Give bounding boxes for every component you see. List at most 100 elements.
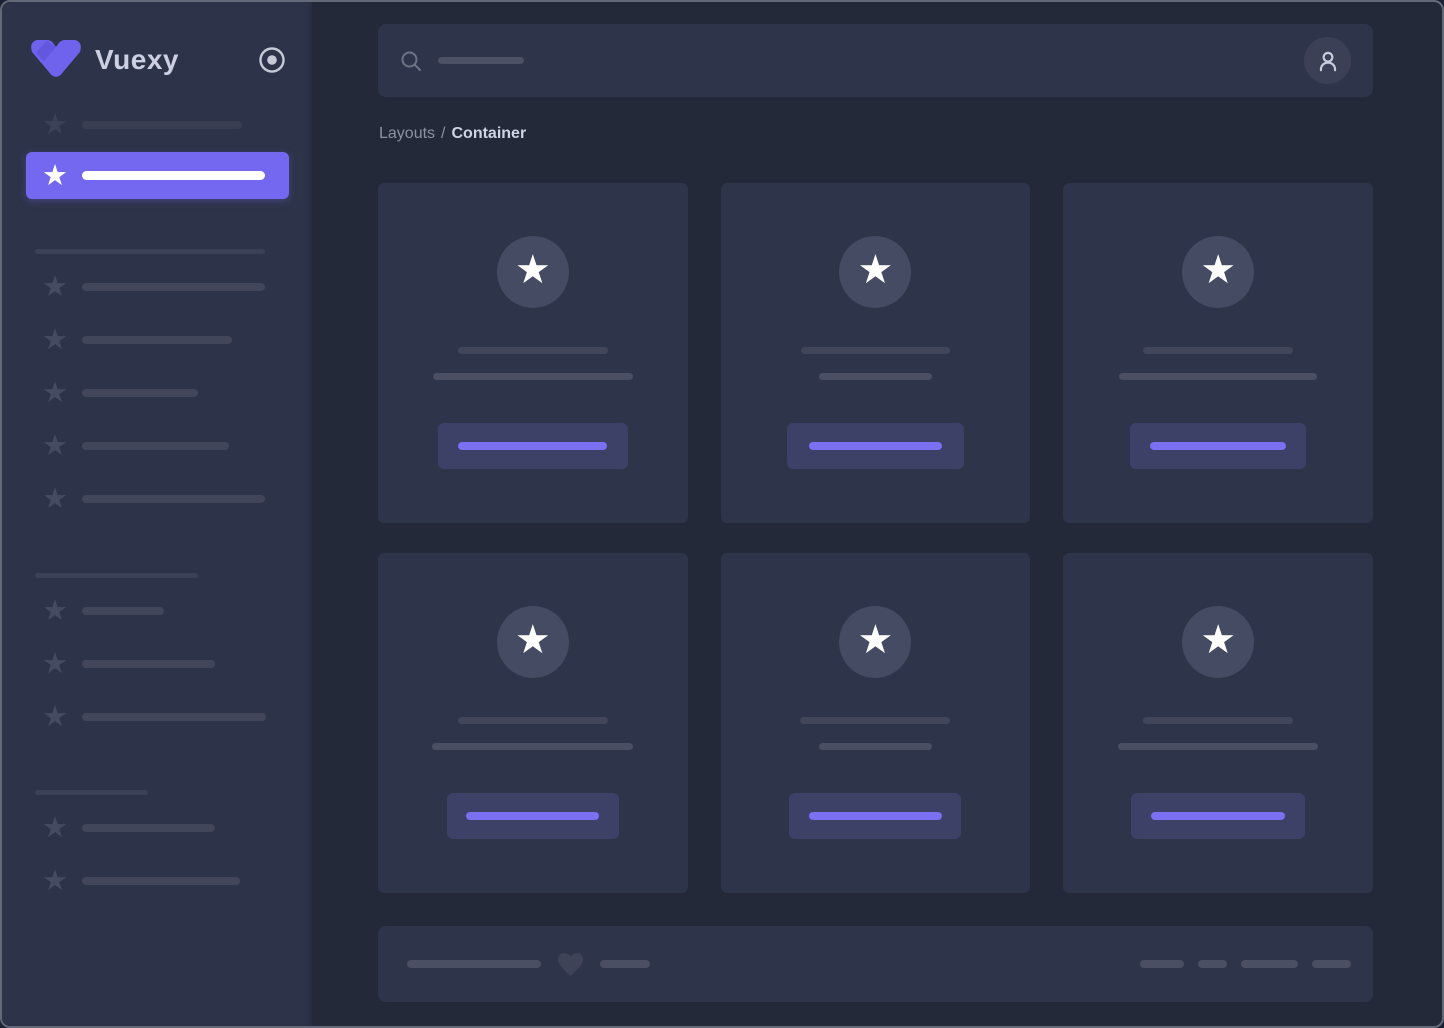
search-icon — [401, 51, 421, 71]
star-icon: ★ — [1200, 248, 1237, 292]
star-icon: ★ — [42, 430, 68, 462]
footer-skeleton-text — [407, 960, 541, 968]
search-input[interactable] — [400, 50, 1304, 72]
button-label-bar — [1151, 812, 1286, 820]
star-icon: ★ — [42, 595, 68, 627]
button-label-bar — [808, 442, 942, 450]
heart-icon — [558, 952, 583, 976]
star-icon: ★ — [857, 618, 894, 662]
search-placeholder-bar — [438, 57, 524, 64]
skeleton-label — [82, 389, 198, 397]
skeleton-label — [82, 171, 265, 180]
breadcrumb-separator: / — [441, 125, 446, 142]
breadcrumb: Layouts / Container — [379, 125, 1373, 143]
card-button[interactable] — [446, 793, 619, 839]
sidebar-item[interactable]: ★ — [2, 271, 312, 303]
sidebar-item[interactable]: ★ — [2, 483, 312, 515]
star-icon: ★ — [42, 377, 68, 409]
card: ★ — [720, 183, 1031, 523]
card: ★ — [378, 183, 688, 523]
skeleton-line — [800, 717, 951, 724]
user-icon — [1319, 51, 1336, 71]
footer-skeleton-text — [600, 960, 650, 968]
card-avatar-circle: ★ — [496, 236, 569, 308]
skeleton-label — [82, 495, 265, 503]
card-avatar-circle: ★ — [839, 236, 912, 308]
sidebar-item-active[interactable]: ★ — [26, 152, 289, 199]
star-icon: ★ — [42, 812, 68, 844]
menu-pin-toggle-icon[interactable] — [258, 46, 286, 74]
button-label-bar — [808, 812, 942, 820]
button-label-bar — [466, 812, 600, 820]
skeleton-line — [1119, 373, 1318, 380]
sidebar-section-heading — [35, 573, 198, 578]
star-icon: ★ — [42, 483, 68, 515]
sidebar-item[interactable]: ★ — [2, 430, 312, 462]
card-avatar-circle: ★ — [839, 606, 912, 678]
skeleton-line — [1143, 717, 1294, 724]
user-avatar[interactable] — [1304, 37, 1351, 84]
sidebar-item[interactable]: ★ — [2, 595, 312, 627]
sidebar-section-heading — [35, 249, 265, 254]
card: ★ — [1063, 183, 1373, 523]
logo-row: Vuexy — [2, 34, 312, 86]
button-label-bar — [458, 442, 608, 450]
footer-link-bar[interactable] — [1312, 960, 1351, 968]
sidebar-nav: ★ ★ ★ ★ ★ ★ ★ ★ ★ ★ ★ ★ — [2, 109, 312, 897]
footer-link-bar[interactable] — [1140, 960, 1184, 968]
skeleton-line — [800, 347, 950, 354]
skeleton-line — [457, 347, 608, 354]
card-avatar-circle: ★ — [496, 606, 569, 678]
sidebar-section-heading — [35, 790, 148, 795]
card-avatar-circle: ★ — [1182, 236, 1255, 308]
star-icon: ★ — [857, 248, 894, 292]
skeleton-line — [1143, 347, 1294, 354]
footer-bar — [378, 926, 1373, 1002]
skeleton-label — [82, 607, 164, 615]
cards-grid: ★ ★ ★ ★ ★ ★ — [378, 183, 1373, 893]
star-icon: ★ — [42, 271, 68, 303]
sidebar-item[interactable]: ★ — [2, 865, 312, 897]
card: ★ — [378, 553, 688, 893]
skeleton-label — [82, 283, 265, 291]
skeleton-label — [82, 660, 215, 668]
skeleton-line — [818, 373, 932, 380]
card-button[interactable] — [789, 793, 962, 839]
sidebar-item[interactable]: ★ — [2, 324, 312, 356]
sidebar-item[interactable]: ★ — [2, 109, 312, 141]
skeleton-label — [82, 713, 266, 721]
skeleton-label — [82, 824, 215, 832]
skeleton-label — [82, 121, 242, 129]
sidebar-item[interactable]: ★ — [2, 648, 312, 680]
star-icon: ★ — [42, 648, 68, 680]
skeleton-line — [818, 743, 932, 750]
card-button[interactable] — [786, 423, 964, 469]
app-logo-text: Vuexy — [95, 44, 179, 75]
skeleton-line — [432, 373, 633, 380]
card: ★ — [720, 553, 1031, 893]
card-avatar-circle: ★ — [1182, 606, 1255, 678]
card-button[interactable] — [1130, 423, 1307, 469]
page-title: Container — [451, 125, 527, 142]
card-button[interactable] — [1131, 793, 1306, 839]
sidebar-item[interactable]: ★ — [2, 377, 312, 409]
star-icon: ★ — [42, 324, 68, 356]
footer-link-bar[interactable] — [1198, 960, 1227, 968]
footer-link-bar[interactable] — [1241, 960, 1298, 968]
breadcrumb-section[interactable]: Layouts — [379, 125, 435, 142]
main-content: Layouts / Container ★ ★ ★ ★ ★ ★ — [312, 2, 1442, 1026]
skeleton-label — [82, 442, 229, 450]
star-icon: ★ — [42, 865, 68, 897]
star-icon: ★ — [42, 701, 68, 733]
skeleton-label — [82, 877, 240, 885]
sidebar-item[interactable]: ★ — [2, 701, 312, 733]
footer-links — [1140, 960, 1351, 968]
star-icon: ★ — [42, 109, 68, 141]
star-icon: ★ — [42, 159, 68, 192]
sidebar-item[interactable]: ★ — [2, 812, 312, 844]
skeleton-line — [432, 743, 634, 750]
card-button[interactable] — [437, 423, 628, 469]
vuexy-logo-icon — [31, 40, 81, 77]
star-icon: ★ — [514, 618, 551, 662]
card: ★ — [1063, 553, 1373, 893]
